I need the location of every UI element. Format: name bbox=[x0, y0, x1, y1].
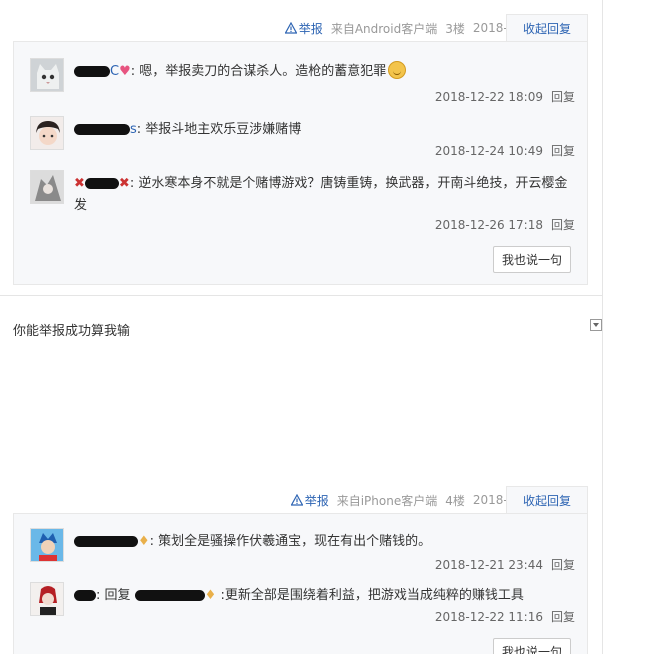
reply-link[interactable]: 回复 bbox=[551, 558, 575, 572]
reply-link[interactable]: 回复 bbox=[551, 144, 575, 158]
reply-time: 2018-12-21 23:44 bbox=[434, 558, 543, 572]
username[interactable]: s bbox=[74, 122, 137, 137]
post-divider bbox=[0, 295, 602, 296]
reply-time: 2018-12-22 11:16 bbox=[434, 610, 543, 624]
reply-content: : 嗯，举报卖刀的合谋杀人。造枪的蓄意犯罪 bbox=[130, 64, 387, 79]
list-item: s: 举报斗地主欢乐豆涉嫌赌博 2018-12-24 10:49 回复 bbox=[30, 116, 575, 166]
post-floor: 4楼 bbox=[445, 493, 465, 508]
post-floor: 3楼 bbox=[445, 21, 465, 36]
list-item: ✖ ✖: 逆水寒本身不就是个赌博游戏？唐铸重铸，换武器，开南斗绝技，开云樱金发 2… bbox=[30, 170, 575, 240]
list-item: ♦: 策划全是骚操作伏羲通宝，现在有出个赌钱的。 2018-12-21 23:4… bbox=[30, 528, 575, 578]
content-divider bbox=[602, 0, 603, 654]
reply-target-username[interactable]: ♦ bbox=[134, 588, 216, 603]
warning-icon bbox=[284, 22, 297, 34]
reply-time: 2018-12-26 17:18 bbox=[434, 218, 543, 232]
reply-time: 2018-12-22 18:09 bbox=[434, 90, 543, 104]
avatar[interactable] bbox=[30, 528, 64, 562]
collapse-replies-button[interactable]: 收起回复 bbox=[506, 486, 588, 514]
emoji-icon bbox=[388, 61, 407, 79]
reply-text: C♥: 嗯，举报卖刀的合谋杀人。造枪的蓄意犯罪 bbox=[74, 61, 574, 83]
avatar[interactable] bbox=[30, 582, 64, 616]
reply-text: s: 举报斗地主欢乐豆涉嫌赌博 bbox=[74, 119, 574, 141]
say-something-button[interactable]: 我也说一句 bbox=[493, 246, 571, 273]
post-source: 来自iPhone客户端 bbox=[336, 493, 438, 508]
avatar[interactable] bbox=[30, 170, 64, 204]
reply-meta: 2018-12-22 11:16 回复 bbox=[435, 608, 575, 625]
username[interactable]: C♥ bbox=[74, 64, 131, 79]
reply-link[interactable]: 回复 bbox=[551, 610, 575, 624]
list-item: : 回复 ♦ :更新全部是围绕着利益，把游戏当成纯粹的赚钱工具 2018-12-… bbox=[30, 582, 575, 632]
reply-prefix: : 回复 bbox=[96, 588, 131, 603]
reply-content: : 策划全是骚操作伏羲通宝，现在有出个赌钱的。 bbox=[149, 534, 432, 549]
list-item: C♥: 嗯，举报卖刀的合谋杀人。造枪的蓄意犯罪 2018-12-22 18:09… bbox=[30, 58, 575, 108]
reply-link[interactable]: 回复 bbox=[551, 90, 575, 104]
reply-meta: 2018-12-21 23:44 回复 bbox=[435, 556, 575, 573]
say-something-button[interactable]: 我也说一句 bbox=[493, 638, 571, 654]
reply-panel-3: C♥: 嗯，举报卖刀的合谋杀人。造枪的蓄意犯罪 2018-12-22 18:09… bbox=[13, 41, 588, 285]
reply-meta: 2018-12-26 17:18 回复 bbox=[435, 216, 575, 233]
reply-content: : 逆水寒本身不就是个赌博游戏？唐铸重铸，换武器，开南斗绝技，开云樱金发 bbox=[74, 176, 568, 213]
reply-text: : 回复 ♦ :更新全部是围绕着利益，把游戏当成纯粹的赚钱工具 bbox=[74, 585, 574, 607]
collapse-arrow-icon[interactable] bbox=[590, 319, 602, 331]
report-label: 举报 bbox=[304, 493, 329, 508]
post-content: 你能举报成功算我输 bbox=[13, 324, 131, 339]
collapse-replies-button[interactable]: 收起回复 bbox=[506, 14, 588, 42]
reply-content: :更新全部是围绕着利益，把游戏当成纯粹的赚钱工具 bbox=[216, 588, 524, 603]
username[interactable]: ✖ ✖ bbox=[74, 176, 130, 191]
reply-link[interactable]: 回复 bbox=[551, 218, 575, 232]
report-link[interactable]: 举报 bbox=[290, 492, 329, 509]
reply-content: : 举报斗地主欢乐豆涉嫌赌博 bbox=[136, 122, 302, 137]
reply-panel-4: ♦: 策划全是骚操作伏羲通宝，现在有出个赌钱的。 2018-12-21 23:4… bbox=[13, 513, 588, 654]
post-source: 来自Android客户端 bbox=[330, 21, 438, 36]
username[interactable] bbox=[74, 588, 96, 603]
report-link[interactable]: 举报 bbox=[284, 20, 323, 37]
username[interactable]: ♦ bbox=[74, 534, 150, 549]
avatar[interactable] bbox=[30, 58, 64, 92]
reply-meta: 2018-12-22 18:09 回复 bbox=[435, 88, 575, 105]
reply-text: ♦: 策划全是骚操作伏羲通宝，现在有出个赌钱的。 bbox=[74, 531, 574, 553]
reply-meta: 2018-12-24 10:49 回复 bbox=[435, 142, 575, 159]
report-label: 举报 bbox=[298, 21, 323, 36]
reply-text: ✖ ✖: 逆水寒本身不就是个赌博游戏？唐铸重铸，换武器，开南斗绝技，开云樱金发 bbox=[74, 173, 574, 217]
warning-icon bbox=[290, 494, 303, 506]
reply-time: 2018-12-24 10:49 bbox=[434, 144, 543, 158]
avatar[interactable] bbox=[30, 116, 64, 150]
